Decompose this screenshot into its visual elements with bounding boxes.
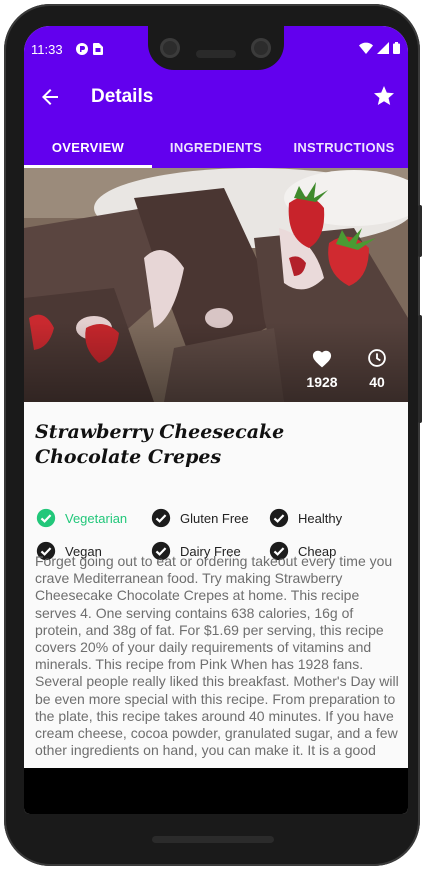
status-bar: 11:33 <box>24 26 408 71</box>
power-button <box>418 315 422 423</box>
battery-icon <box>393 42 400 54</box>
clock-icon <box>368 349 386 367</box>
check-circle-icon <box>151 508 171 528</box>
front-camera-icon <box>160 38 180 58</box>
wifi-icon <box>359 42 373 54</box>
heart-icon <box>312 350 332 368</box>
signal-icon <box>377 42 389 54</box>
likes-stat: 1928 <box>302 348 342 390</box>
navigation-bar <box>24 768 408 814</box>
tag-label: Vegetarian <box>65 510 128 526</box>
tab-overview-label: OVERVIEW <box>51 139 125 155</box>
tab-overview[interactable]: OVERVIEW <box>24 126 152 168</box>
tag-label: Healthy <box>298 510 343 526</box>
phone-frame: 11:33 Details OVERVIEW INGREDIENTS INSTR… <box>4 4 420 866</box>
check-circle-icon <box>269 508 289 528</box>
arrow-back-icon[interactable] <box>38 85 62 109</box>
likes-count: 1928 <box>306 374 338 390</box>
tag-label: Gluten Free <box>180 510 249 526</box>
tag-healthy: Healthy <box>269 508 342 528</box>
earpiece-speaker <box>196 50 236 58</box>
app-notification-icon <box>76 43 88 55</box>
recipe-image: 1928 40 <box>24 168 408 402</box>
sim-card-icon <box>93 43 103 55</box>
app-bar: Details <box>24 71 408 126</box>
tab-ingredients-label: INGREDIENTS <box>169 139 263 155</box>
tab-instructions-label: INSTRUCTIONS <box>293 139 395 155</box>
status-time: 11:33 <box>31 42 63 57</box>
recipe-title: Strawberry Cheesecake Chocolate Crepes <box>35 421 285 468</box>
tag-vegetarian: Vegetarian <box>36 508 127 528</box>
hero-shade <box>24 322 408 402</box>
time-stat: 40 <box>357 348 397 390</box>
bottom-speaker <box>152 836 274 843</box>
check-circle-icon <box>36 508 56 528</box>
tab-ingredients[interactable]: INGREDIENTS <box>152 126 280 168</box>
tag-gluten-free: Gluten Free <box>151 508 249 528</box>
ready-minutes: 40 <box>369 374 385 390</box>
star-icon[interactable] <box>372 84 396 108</box>
volume-button <box>418 205 422 257</box>
app-screen: 11:33 Details OVERVIEW INGREDIENTS INSTR… <box>24 26 408 814</box>
overview-content: Strawberry Cheesecake Chocolate Crepes V… <box>24 402 408 768</box>
recipe-summary: Forget going out to eat or ordering take… <box>35 553 399 759</box>
tab-bar: OVERVIEW INGREDIENTS INSTRUCTIONS <box>24 126 408 168</box>
page-title: Details <box>91 86 154 107</box>
tab-instructions[interactable]: INSTRUCTIONS <box>280 126 408 168</box>
front-sensor-icon <box>251 38 271 58</box>
camera-notch <box>148 26 284 70</box>
